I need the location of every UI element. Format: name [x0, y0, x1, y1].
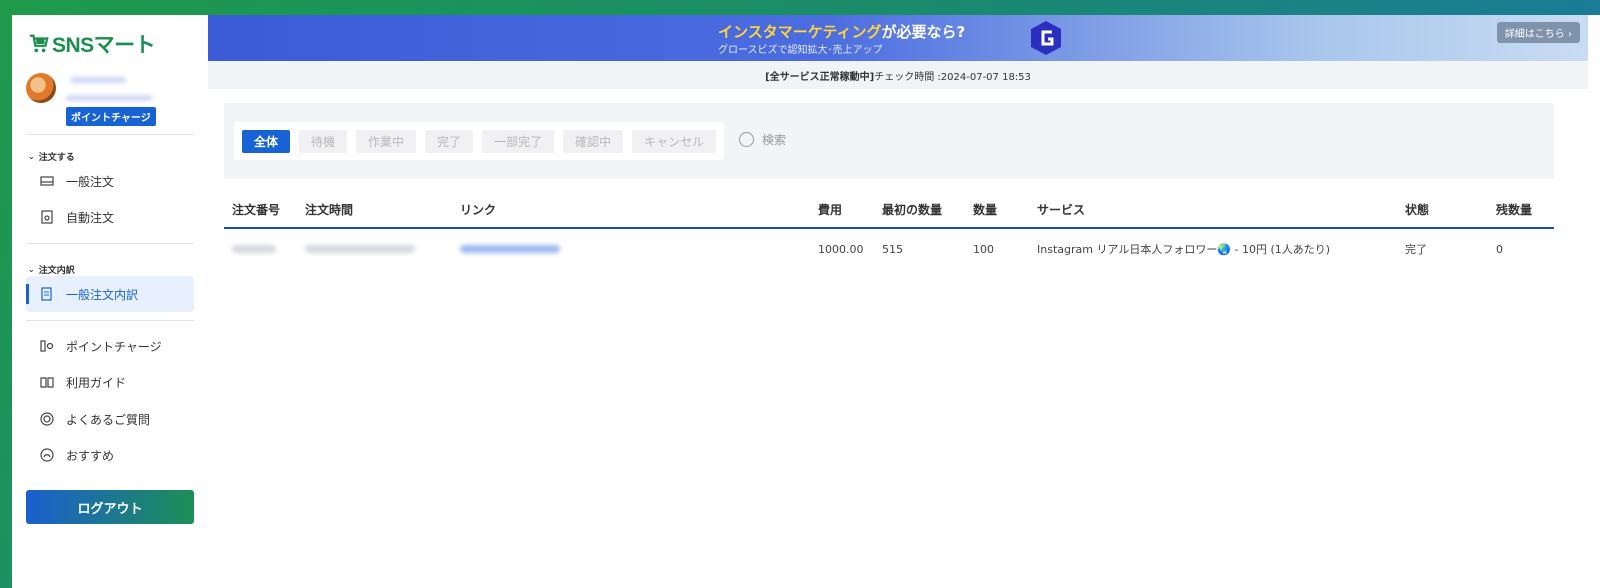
- book-icon: [40, 377, 54, 388]
- orders-table: 注文番号 注文時間 リンク 費用 最初の数量 数量 サービス 状態 残数量 10…: [224, 201, 1554, 269]
- sidebar-item-point-charge[interactable]: ポイントチャージ: [26, 328, 194, 364]
- sidebar-item-general-history[interactable]: 一般注文内訳: [26, 276, 194, 312]
- divider: [26, 243, 194, 244]
- username-blurred: [70, 77, 126, 83]
- group-history[interactable]: ⌄ 注文内訳: [28, 263, 75, 276]
- points-blurred: [66, 95, 152, 101]
- cost-cell: 1000.00: [818, 242, 864, 256]
- service-status-bar: [全サービス正常稼動中] チェック時間 :2024-07-07 18:53: [208, 61, 1588, 89]
- check-time: チェック時間 :2024-07-07 18:53: [874, 71, 1031, 83]
- sidebar-item-faq[interactable]: よくあるご質問: [26, 401, 194, 437]
- sidebar-item-guide[interactable]: 利用ガイド: [26, 364, 194, 400]
- search-input[interactable]: 検索: [739, 131, 786, 148]
- sidebar-item-general-order[interactable]: 一般注文: [26, 163, 194, 199]
- col-cost: 費用: [810, 201, 874, 229]
- filter-panel: 全体 待機 作業中 完了 一部完了 確認中 キャンセル 検索: [224, 103, 1554, 179]
- search-label: 検索: [762, 133, 787, 147]
- col-remaining: 残数量: [1488, 201, 1554, 229]
- auto-document-icon: [41, 210, 53, 224]
- col-qty: 数量: [965, 201, 1029, 229]
- col-order-no: 注文番号: [224, 201, 297, 229]
- order-no-blurred: [232, 244, 276, 253]
- status-tabs: 全体 待機 作業中 完了 一部完了 確認中 キャンセル: [234, 122, 725, 160]
- group-order[interactable]: ⌄ 注文する: [28, 150, 75, 163]
- col-service: サービス: [1029, 201, 1397, 229]
- divider: [26, 320, 194, 321]
- tab-in-progress[interactable]: 作業中: [356, 129, 417, 153]
- cart-icon: [29, 34, 49, 53]
- sidebar-item-recommend[interactable]: おすすめ: [26, 437, 194, 473]
- help-circle-icon: [40, 412, 54, 426]
- wallet-icon: [40, 340, 54, 352]
- sidebar-item-auto-order[interactable]: 自動注文: [26, 199, 194, 235]
- status-cell: 完了: [1405, 243, 1427, 256]
- remaining-cell: 0: [1496, 242, 1503, 256]
- banner-subtitle: グロースビズで認知拡大･売上アップ: [718, 45, 883, 56]
- order-list-icon: [40, 176, 54, 186]
- search-icon: [739, 132, 754, 147]
- logo[interactable]: SNSマート: [28, 29, 156, 59]
- banner-title: インスタマーケティングが必要なら?: [718, 23, 966, 41]
- avatar[interactable]: [26, 73, 56, 103]
- tab-partial[interactable]: 一部完了: [482, 129, 555, 153]
- divider: [26, 134, 194, 135]
- col-link: リンク: [452, 201, 810, 229]
- initial-qty-cell: 515: [882, 242, 903, 256]
- receipt-icon: [41, 287, 52, 301]
- logo-text: SNSマート: [52, 34, 156, 57]
- col-status: 状態: [1397, 201, 1488, 229]
- col-order-time: 注文時間: [297, 201, 452, 229]
- sidebar: SNSマート ポイントチャージ ⌄ 注文する 一般注文 自動注文 ⌄ 注文内訳: [12, 15, 208, 588]
- order-link-blurred[interactable]: [460, 244, 560, 253]
- order-time-cell: [297, 228, 452, 269]
- chevron-down-icon: ⌄: [28, 152, 35, 161]
- app-frame: SNSマート ポイントチャージ ⌄ 注文する 一般注文 自動注文 ⌄ 注文内訳: [12, 15, 1600, 588]
- chevron-down-icon: ⌄: [28, 265, 35, 274]
- table-row: 1000.00 515 100 Instagram リアル日本人フォロワー🌏 -…: [224, 228, 1554, 269]
- status-label: [全サービス正常稼動中]: [765, 71, 875, 83]
- table-header-row: 注文番号 注文時間 リンク 費用 最初の数量 数量 サービス 状態 残数量: [224, 201, 1554, 229]
- user-profile: ポイントチャージ: [26, 71, 194, 131]
- main-content: インスタマーケティングが必要なら? グロースビズで認知拡大･売上アップ 詳細はこ…: [208, 15, 1600, 588]
- link-cell: [452, 228, 810, 269]
- tab-canceled[interactable]: キャンセル: [632, 129, 717, 153]
- order-time-blurred: [305, 244, 415, 253]
- qty-cell: 100: [973, 242, 994, 256]
- col-initial-qty: 最初の数量: [874, 201, 965, 229]
- tab-checking[interactable]: 確認中: [563, 129, 624, 153]
- banner-detail-button[interactable]: 詳細はこちら ›: [1496, 22, 1580, 43]
- promo-banner[interactable]: インスタマーケティングが必要なら? グロースビズで認知拡大･売上アップ 詳細はこ…: [208, 15, 1588, 61]
- service-cell: Instagram リアル日本人フォロワー🌏 - 10円 (1人あたり): [1037, 243, 1331, 256]
- point-charge-badge[interactable]: ポイントチャージ: [66, 107, 156, 126]
- tab-completed[interactable]: 完了: [425, 129, 474, 153]
- brand-logo-icon: [1031, 21, 1061, 55]
- tab-waiting[interactable]: 待機: [299, 129, 348, 153]
- order-no-cell: [224, 228, 297, 269]
- tab-all[interactable]: 全体: [242, 129, 291, 153]
- recommend-icon: [40, 448, 54, 462]
- logout-button[interactable]: ログアウト: [26, 490, 194, 524]
